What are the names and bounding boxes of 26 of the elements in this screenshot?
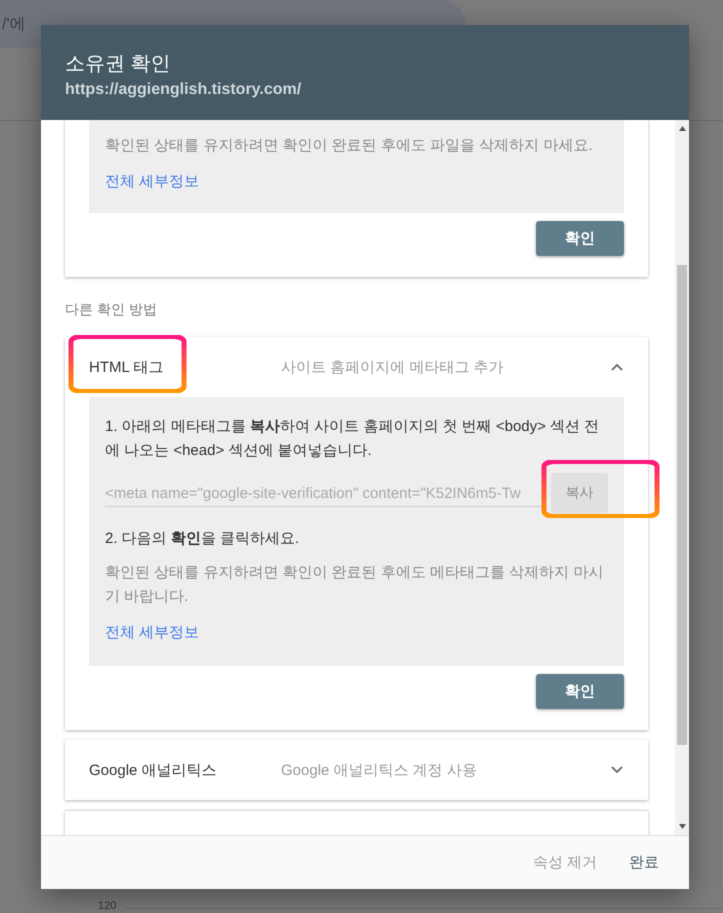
axis-label: 120: [98, 900, 116, 912]
copy-button[interactable]: 복사: [551, 473, 608, 513]
method-description: Google 애널리틱스 계정 사용: [281, 760, 478, 780]
method-header[interactable]: HTML 태그 사이트 홈페이지에 메타태그 추가: [65, 337, 648, 397]
search-text: /'에: [2, 15, 26, 35]
section-label: 다른 확인 방법: [65, 301, 158, 319]
details-link[interactable]: 전체 세부정보: [105, 172, 200, 191]
scrollbar[interactable]: [675, 120, 689, 835]
method-description: 사이트 홈페이지에 메타태그 추가: [281, 358, 505, 376]
method-name: HTML 태그: [89, 358, 164, 376]
method-name: Google 애널리틱스: [89, 760, 218, 780]
method-header[interactable]: Google 애널리틱스 Google 애널리틱스 계정 사용: [65, 740, 648, 800]
scroll-up-icon[interactable]: [679, 126, 686, 131]
scroll-thumb[interactable]: [677, 265, 687, 745]
scroll-down-icon[interactable]: [679, 824, 686, 829]
site-url: https://aggienglish.tistory.com/: [65, 81, 302, 99]
details-link[interactable]: 전체 세부정보: [105, 623, 200, 642]
verify-button[interactable]: 확인: [536, 674, 624, 709]
step-text: 2. 다음의 확인을 클릭하세요.: [105, 529, 300, 549]
remove-property-button[interactable]: 속성 제거: [520, 845, 609, 880]
dialog-title: 소유권 확인: [65, 52, 172, 77]
done-button[interactable]: 완료: [617, 845, 671, 880]
step-text: 1. 아래의 메타태그를 복사하여 사이트 홈페이지의 첫 번째 <body> 섹션 전에 나오는 <head> 섹션에 붙여넣습니다.: [105, 417, 600, 461]
note-text: 확인된 상태를 유지하려면 확인이 완료된 후에도 메타태그를 삭제하지 마시기 바랍니다.: [105, 563, 604, 607]
verify-button[interactable]: 확인: [536, 221, 624, 256]
note-text: 확인된 상태를 유지하려면 확인이 완료된 후에도 파일을 삭제하지 마세요.: [105, 136, 594, 156]
